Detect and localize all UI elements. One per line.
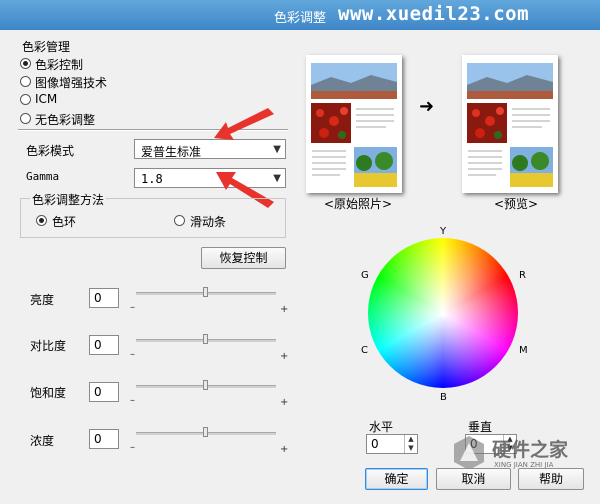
logo-text: 硬件之家 bbox=[492, 439, 569, 461]
adjust-method-title: 色彩调整方法 bbox=[30, 191, 107, 208]
preview-label: <预览> bbox=[494, 197, 539, 211]
wheel-label-y: Y bbox=[440, 226, 447, 237]
radio-slider[interactable] bbox=[174, 215, 185, 226]
gamma-value: 1.8 bbox=[141, 172, 163, 186]
color-mode-label: 色彩模式 bbox=[26, 144, 75, 158]
hexagon-logo-icon bbox=[454, 436, 484, 470]
color-management-title: 色彩管理 bbox=[22, 40, 71, 54]
slider-min-mark: – bbox=[130, 302, 135, 313]
window-title: 色彩调整 bbox=[274, 11, 327, 26]
radio-slider-label[interactable]: 滑动条 bbox=[190, 213, 226, 230]
saturation-input[interactable]: 0 bbox=[89, 382, 119, 402]
wheel-label-c: C bbox=[361, 345, 368, 356]
slider-min-mark: – bbox=[130, 442, 135, 453]
slider-min-mark: – bbox=[130, 395, 135, 406]
radio-color-wheel[interactable] bbox=[36, 215, 47, 226]
brightness-input[interactable]: 0 bbox=[89, 288, 119, 308]
wheel-label-b: B bbox=[440, 392, 447, 403]
color-mode-value: 爱普生标准 bbox=[141, 145, 202, 159]
horizontal-spinner[interactable]: 0 ▲ ▼ bbox=[366, 434, 418, 454]
title-bar: 色彩调整 www.xuedil23.com bbox=[0, 0, 600, 30]
slider-min-mark: – bbox=[130, 349, 135, 360]
contrast-thumb[interactable] bbox=[203, 334, 208, 344]
site-logo: 硬件之家 XING JIAN ZHI JIA bbox=[452, 433, 597, 473]
radio-image-enhance[interactable] bbox=[20, 76, 31, 87]
slider-max-mark: + bbox=[280, 444, 289, 455]
ok-button[interactable]: 确定 bbox=[365, 468, 428, 490]
photo-layout-thumbnail bbox=[467, 63, 553, 187]
wheel-label-m: M bbox=[519, 345, 528, 356]
saturation-thumb[interactable] bbox=[203, 380, 208, 390]
radio-icm-label[interactable]: ICM bbox=[35, 92, 57, 106]
radio-no-color-adjust[interactable] bbox=[20, 113, 31, 124]
original-photo-preview bbox=[306, 55, 402, 193]
slider-max-mark: + bbox=[280, 397, 289, 408]
contrast-input[interactable]: 0 bbox=[89, 335, 119, 355]
wheel-label-r: R bbox=[519, 270, 526, 281]
slider-label: 饱和度 bbox=[30, 386, 67, 400]
arrow-right-icon: ➜ bbox=[419, 96, 435, 117]
red-arrow-icon bbox=[214, 108, 274, 140]
radio-color-wheel-label[interactable]: 色环 bbox=[52, 213, 76, 230]
radio-image-enhance-label[interactable]: 图像增强技术 bbox=[35, 74, 107, 91]
cancel-button[interactable]: 取消 bbox=[436, 468, 511, 490]
help-button[interactable]: 帮助 bbox=[518, 468, 584, 490]
gamma-label: Gamma bbox=[26, 170, 60, 183]
spinner-arrows-icon[interactable]: ▲ ▼ bbox=[404, 435, 417, 453]
wheel-label-g: G bbox=[361, 270, 369, 281]
slider-label: 亮度 bbox=[30, 293, 55, 307]
original-photo-label: <原始照片> bbox=[324, 197, 393, 211]
radio-icm[interactable] bbox=[20, 94, 31, 105]
slider-max-mark: + bbox=[280, 351, 289, 362]
preview-photo bbox=[462, 55, 558, 193]
photo-layout-thumbnail bbox=[311, 63, 397, 187]
slider-max-mark: + bbox=[280, 304, 289, 315]
restore-control-button[interactable]: 恢复控制 bbox=[201, 247, 286, 269]
color-wheel-crosshair-icon[interactable]: + bbox=[438, 308, 448, 322]
radio-color-control[interactable] bbox=[20, 58, 31, 69]
radio-no-color-adjust-label[interactable]: 无色彩调整 bbox=[35, 111, 95, 128]
radio-color-control-label[interactable]: 色彩控制 bbox=[35, 56, 83, 73]
density-thumb[interactable] bbox=[203, 427, 208, 437]
slider-label: 浓度 bbox=[30, 434, 55, 448]
slider-label: 对比度 bbox=[30, 339, 67, 353]
brightness-thumb[interactable] bbox=[203, 287, 208, 297]
horizontal-label: 水平 bbox=[369, 420, 394, 434]
horizontal-value: 0 bbox=[371, 437, 379, 451]
density-input[interactable]: 0 bbox=[89, 429, 119, 449]
annotation-arrows bbox=[214, 108, 274, 208]
watermark-text: www.xuedil23.com bbox=[338, 3, 530, 25]
